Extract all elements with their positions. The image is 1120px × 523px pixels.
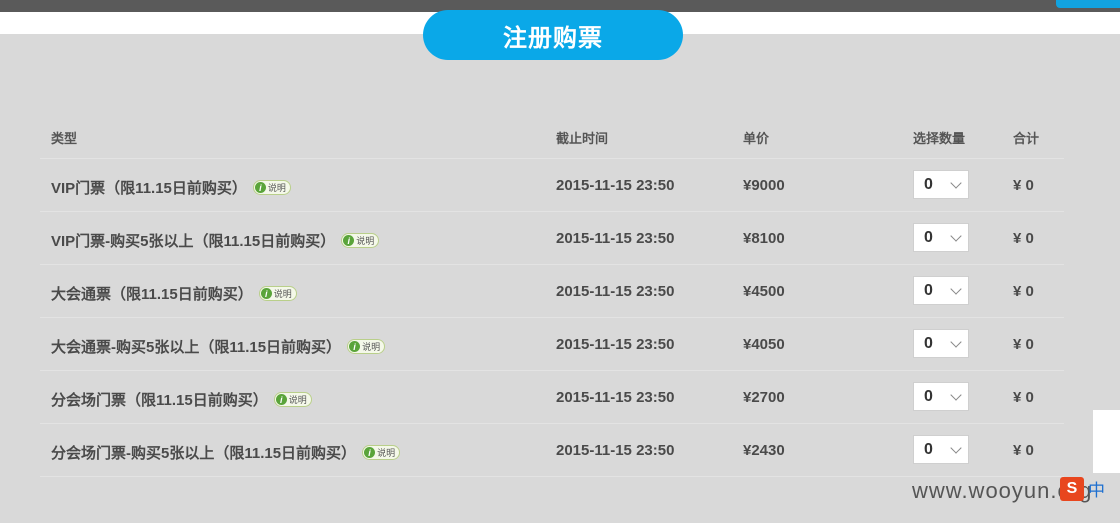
ime-mode-label: 中 bbox=[1088, 481, 1105, 500]
ticket-table: 类型 截止时间 单价 选择数量 合计 VIP门票（限11.15日前购买） i 说明 2… bbox=[40, 112, 1064, 477]
ticket-type: 分会场门票（限11.15日前购买） i 说明 bbox=[51, 389, 312, 410]
column-header-price: 单价 bbox=[743, 131, 770, 146]
info-label: 说明 bbox=[267, 183, 286, 193]
ticket-total: ¥ 0 bbox=[1013, 336, 1034, 353]
sogou-ime-icon: S bbox=[1060, 476, 1084, 501]
chevron-down-icon bbox=[950, 335, 962, 348]
column-header-type: 类型 bbox=[51, 131, 78, 146]
info-icon: i bbox=[260, 288, 272, 299]
ticket-total: ¥ 0 bbox=[1013, 283, 1034, 300]
ticket-deadline: 2015-11-15 23:50 bbox=[556, 336, 675, 353]
info-label: 说明 bbox=[356, 236, 375, 246]
quantity-select[interactable]: 0 bbox=[913, 223, 969, 252]
ticket-type: VIP门票（限11.15日前购买） i 说明 bbox=[51, 177, 291, 198]
chevron-down-icon bbox=[950, 388, 962, 401]
table-row: 大会通票-购买5张以上（限11.15日前购买） i 说明 2015-11-15 23:… bbox=[40, 318, 1064, 371]
column-header-quantity: 选择数量 bbox=[913, 131, 966, 146]
ticket-price: ¥9000 bbox=[743, 177, 785, 194]
info-icon: i bbox=[349, 341, 361, 352]
info-label: 说明 bbox=[273, 289, 292, 299]
info-badge[interactable]: i 说明 bbox=[273, 392, 312, 407]
chevron-down-icon bbox=[950, 441, 962, 454]
info-icon: i bbox=[364, 447, 376, 458]
ticket-type-label: 分会场门票（限11.15日前购买） bbox=[51, 392, 268, 409]
chevron-down-icon bbox=[950, 282, 962, 295]
column-header-total: 合计 bbox=[1013, 131, 1040, 146]
info-label: 说明 bbox=[288, 395, 307, 405]
table-row: VIP门票（限11.15日前购买） i 说明 2015-11-15 23:50 ¥900… bbox=[40, 159, 1064, 212]
table-header: 类型 截止时间 单价 选择数量 合计 bbox=[40, 112, 1064, 159]
ticket-total: ¥ 0 bbox=[1013, 442, 1034, 459]
ticket-type-label: VIP门票（限11.15日前购买） bbox=[51, 180, 247, 197]
ticket-total: ¥ 0 bbox=[1013, 230, 1034, 247]
table-row: VIP门票-购买5张以上（限11.15日前购买） i 说明 2015-11-15 23… bbox=[40, 212, 1064, 265]
quantity-select[interactable]: 0 bbox=[913, 435, 969, 464]
ticket-deadline: 2015-11-15 23:50 bbox=[556, 177, 675, 194]
ticket-price: ¥4050 bbox=[743, 336, 785, 353]
info-badge[interactable]: i 说明 bbox=[258, 286, 297, 301]
info-icon: i bbox=[343, 235, 355, 246]
info-icon: i bbox=[254, 182, 266, 193]
info-badge[interactable]: i 说明 bbox=[347, 339, 386, 354]
quantity-value: 0 bbox=[924, 175, 933, 193]
ime-indicator[interactable]: S 中 bbox=[1060, 476, 1105, 501]
quantity-value: 0 bbox=[924, 440, 933, 458]
info-label: 说明 bbox=[377, 448, 396, 458]
quantity-select[interactable]: 0 bbox=[913, 276, 969, 305]
quantity-value: 0 bbox=[924, 387, 933, 405]
side-panel bbox=[1093, 410, 1120, 473]
register-purchase-button[interactable]: 注册购票 bbox=[423, 10, 683, 60]
ticket-type: VIP门票-购买5张以上（限11.15日前购买） i 说明 bbox=[51, 230, 380, 251]
ticket-type: 大会通票-购买5张以上（限11.15日前购买） i 说明 bbox=[51, 336, 386, 357]
ticket-price: ¥2700 bbox=[743, 389, 785, 406]
quantity-value: 0 bbox=[924, 334, 933, 352]
ticket-deadline: 2015-11-15 23:50 bbox=[556, 230, 675, 247]
ticket-total: ¥ 0 bbox=[1013, 177, 1034, 194]
ticket-price: ¥8100 bbox=[743, 230, 785, 247]
ticket-type-label: 大会通票-购买5张以上（限11.15日前购买） bbox=[51, 339, 342, 356]
ticket-type-label: 分会场门票-购买5张以上（限11.15日前购买） bbox=[51, 445, 357, 462]
info-badge[interactable]: i 说明 bbox=[341, 233, 380, 248]
ticket-deadline: 2015-11-15 23:50 bbox=[556, 442, 675, 459]
column-header-deadline: 截止时间 bbox=[556, 131, 609, 146]
ticket-type: 大会通票（限11.15日前购买） i 说明 bbox=[51, 283, 297, 304]
quantity-select[interactable]: 0 bbox=[913, 329, 969, 358]
quantity-value: 0 bbox=[924, 281, 933, 299]
ticket-total: ¥ 0 bbox=[1013, 389, 1034, 406]
ticket-deadline: 2015-11-15 23:50 bbox=[556, 389, 675, 406]
quantity-value: 0 bbox=[924, 228, 933, 246]
ticket-price: ¥4500 bbox=[743, 283, 785, 300]
info-icon: i bbox=[275, 394, 287, 405]
top-bar-button[interactable] bbox=[1056, 0, 1120, 8]
ticket-deadline: 2015-11-15 23:50 bbox=[556, 283, 675, 300]
ticket-type: 分会场门票-购买5张以上（限11.15日前购买） i 说明 bbox=[51, 442, 401, 463]
ticket-type-label: 大会通票（限11.15日前购买） bbox=[51, 286, 253, 303]
table-row: 分会场门票-购买5张以上（限11.15日前购买） i 说明 2015-11-15 23… bbox=[40, 424, 1064, 477]
ticket-type-label: VIP门票-购买5张以上（限11.15日前购买） bbox=[51, 233, 336, 250]
chevron-down-icon bbox=[950, 176, 962, 189]
info-label: 说明 bbox=[362, 342, 381, 352]
table-row: 分会场门票（限11.15日前购买） i 说明 2015-11-15 23:50 ¥270… bbox=[40, 371, 1064, 424]
table-row: 大会通票（限11.15日前购买） i 说明 2015-11-15 23:50 ¥4500… bbox=[40, 265, 1064, 318]
chevron-down-icon bbox=[950, 229, 962, 242]
info-badge[interactable]: i 说明 bbox=[362, 445, 401, 460]
ticket-price: ¥2430 bbox=[743, 442, 785, 459]
quantity-select[interactable]: 0 bbox=[913, 170, 969, 199]
info-badge[interactable]: i 说明 bbox=[252, 180, 291, 195]
quantity-select[interactable]: 0 bbox=[913, 382, 969, 411]
